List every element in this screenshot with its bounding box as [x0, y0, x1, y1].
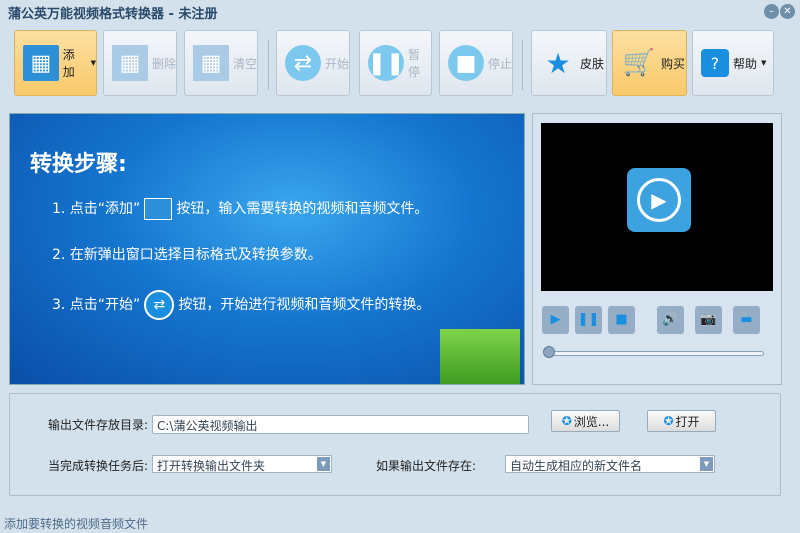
browse-icon: ✪: [561, 414, 572, 428]
start-button[interactable]: ⇄ 开始: [276, 30, 350, 96]
seek-handle[interactable]: [543, 346, 555, 358]
stop-icon: ■: [448, 45, 484, 81]
delete-button[interactable]: ▦ 删除: [103, 30, 177, 96]
seek-slider[interactable]: [547, 351, 764, 356]
file-exists-label: 如果输出文件存在:: [376, 459, 477, 473]
help-icon: ?: [701, 49, 729, 77]
play-large-icon[interactable]: ▶: [627, 168, 691, 232]
settings-panel: 输出文件存放目录: C:\蒲公英视频输出 ✪ 浏览... ✪ 打开 当完成转换任务后…: [9, 393, 781, 496]
buy-button[interactable]: 🛒 购买: [612, 30, 687, 96]
close-icon[interactable]: ✕: [780, 4, 795, 19]
step-2: 2. 在新弹出窗口选择目标格式及转换参数。: [52, 247, 322, 263]
clear-button[interactable]: ▦ 清空: [184, 30, 258, 96]
conversion-steps-banner: 转换步骤: 1. 点击“添加” 按钮，输入需要转换的视频和音频文件。 2. 在新弹…: [9, 113, 525, 385]
window-title: 蒲公英万能视频格式转换器 - 未注册: [8, 7, 218, 22]
after-task-label: 当完成转换任务后:: [48, 459, 149, 473]
video-preview[interactable]: ▶: [541, 123, 773, 291]
pause-icon: ❚❚: [368, 45, 404, 81]
after-task-select[interactable]: 打开转换输出文件夹 ▼: [152, 455, 332, 473]
shuffle-icon: ⇄: [285, 45, 321, 81]
cart-icon: 🛒: [622, 48, 656, 78]
skin-button[interactable]: ★ 皮肤: [531, 30, 607, 96]
minimize-icon[interactable]: –: [764, 4, 779, 19]
film-clear-icon: ▦: [193, 45, 229, 81]
browse-button[interactable]: ✪ 浏览...: [551, 410, 620, 432]
pause-button[interactable]: ❚❚ 暂停: [359, 30, 432, 96]
volume-icon[interactable]: 🔊: [657, 306, 684, 334]
film-add-icon: [144, 198, 173, 220]
film-remove-icon: ▦: [112, 45, 148, 81]
status-bar: 添加要转换的视频音频文件: [4, 517, 149, 531]
camera-icon[interactable]: 📷: [695, 306, 722, 334]
divider: [522, 40, 523, 90]
film-reel-icon: ✪: [663, 414, 674, 428]
folder-icon[interactable]: ▬: [733, 306, 760, 334]
stop-icon[interactable]: ■: [608, 306, 635, 334]
video-player: ▶ ▶ ❚❚ ■ 🔊 📷 ▬: [532, 113, 782, 385]
star-icon: ★: [545, 46, 571, 80]
help-button[interactable]: ? 帮助 ▼: [692, 30, 774, 96]
divider: [268, 40, 269, 90]
step-1: 1. 点击“添加” 按钮，输入需要转换的视频和音频文件。: [52, 198, 428, 220]
stop-button[interactable]: ■ 停止: [439, 30, 513, 96]
pause-icon[interactable]: ❚❚: [575, 306, 602, 334]
chevron-down-icon: ▼: [700, 457, 713, 471]
step-3: 3. 点击“开始” ⇄ 按钮，开始进行视频和音频文件的转换。: [52, 290, 430, 320]
add-button[interactable]: ▦ 添加 ▼: [14, 30, 97, 96]
chevron-down-icon: ▼: [761, 59, 767, 67]
file-exists-select[interactable]: 自动生成相应的新文件名 ▼: [505, 455, 715, 473]
chevron-down-icon: ▼: [90, 59, 96, 67]
gift-box-icon: [440, 329, 520, 384]
chevron-down-icon: ▼: [317, 457, 330, 471]
play-icon[interactable]: ▶: [542, 306, 569, 334]
film-add-icon: ▦: [23, 45, 59, 81]
steps-title: 转换步骤:: [30, 152, 127, 177]
shuffle-icon: ⇄: [144, 290, 175, 320]
output-dir-input[interactable]: C:\蒲公英视频输出: [152, 415, 529, 434]
open-button[interactable]: ✪ 打开: [647, 410, 716, 432]
output-dir-label: 输出文件存放目录:: [48, 418, 149, 432]
